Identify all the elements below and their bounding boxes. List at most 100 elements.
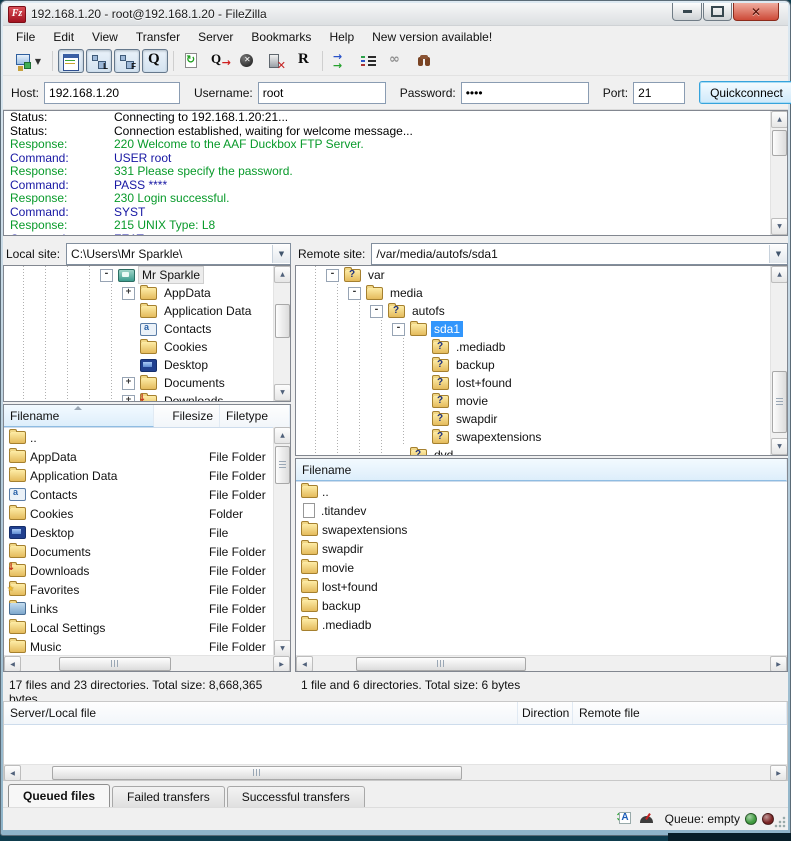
tree-item-backup[interactable]: backup bbox=[296, 356, 787, 374]
file-row-application-data[interactable]: Application DataFile Folder bbox=[4, 466, 275, 485]
file-row-parent[interactable]: .. bbox=[296, 482, 787, 501]
toggle-remote-tree-button[interactable] bbox=[114, 49, 140, 73]
menu-server[interactable]: Server bbox=[189, 28, 242, 46]
quickconnect-button[interactable]: Quickconnect bbox=[699, 81, 791, 104]
tree-item-downloads[interactable]: +Downloads bbox=[4, 392, 290, 402]
tree-item-desktop[interactable]: Desktop bbox=[4, 356, 290, 374]
speed-limits-icon[interactable] bbox=[639, 812, 655, 826]
disconnect-button[interactable] bbox=[263, 49, 289, 73]
collapse-icon[interactable]: - bbox=[370, 305, 383, 318]
tree-item-contacts[interactable]: Contacts bbox=[4, 320, 290, 338]
host-input[interactable] bbox=[44, 82, 180, 104]
file-row-music[interactable]: MusicFile Folder bbox=[4, 637, 275, 656]
close-button[interactable]: ✕ bbox=[733, 3, 779, 21]
tree-item-cookies[interactable]: Cookies bbox=[4, 338, 290, 356]
file-row-local-settings[interactable]: Local SettingsFile Folder bbox=[4, 618, 275, 637]
tree-item-media[interactable]: -media bbox=[296, 284, 787, 302]
column-header-filetype[interactable]: Filetype bbox=[220, 405, 290, 427]
toggle-message-log-button[interactable] bbox=[58, 49, 84, 73]
tab-successful-transfers[interactable]: Successful transfers bbox=[227, 786, 365, 807]
file-row-parent[interactable]: .. bbox=[4, 428, 275, 447]
column-header-remote-file[interactable]: Remote file bbox=[573, 702, 787, 724]
cancel-button[interactable] bbox=[235, 49, 261, 73]
file-row-favorites[interactable]: FavoritesFile Folder bbox=[4, 580, 275, 599]
local-list-vscrollbar[interactable]: ▲ ▼ bbox=[273, 427, 290, 657]
tab-failed-transfers[interactable]: Failed transfers bbox=[112, 786, 225, 807]
minimize-button[interactable] bbox=[672, 3, 702, 21]
file-row-swapdir[interactable]: swapdir bbox=[296, 539, 787, 558]
tree-item-lost-found[interactable]: lost+found bbox=[296, 374, 787, 392]
menu-edit[interactable]: Edit bbox=[44, 28, 83, 46]
file-row-mediadb[interactable]: .mediadb bbox=[296, 615, 787, 634]
maximize-button[interactable] bbox=[703, 3, 732, 21]
tree-item-dvd[interactable]: dvd bbox=[296, 446, 787, 456]
collapse-icon[interactable]: - bbox=[392, 323, 405, 336]
file-row-downloads[interactable]: DownloadsFile Folder bbox=[4, 561, 275, 580]
log-vscrollbar[interactable]: ▲ ▼ bbox=[770, 111, 787, 235]
synchronized-browsing-button[interactable] bbox=[356, 49, 382, 73]
file-row-lost-found[interactable]: lost+found bbox=[296, 577, 787, 596]
file-row-contacts[interactable]: ContactsFile Folder bbox=[4, 485, 275, 504]
tree-item-application-data[interactable]: Application Data bbox=[4, 302, 290, 320]
tree-item-swapextensions[interactable]: swapextensions bbox=[296, 428, 787, 446]
chevron-down-icon[interactable]: ▼ bbox=[769, 245, 787, 263]
search-button[interactable] bbox=[412, 49, 438, 73]
tree-item-swapdir[interactable]: swapdir bbox=[296, 410, 787, 428]
tree-item-sda1[interactable]: -sda1 bbox=[296, 320, 787, 338]
local-tree-vscrollbar[interactable]: ▲ ▼ bbox=[273, 266, 290, 401]
tree-item-var[interactable]: -var bbox=[296, 266, 787, 284]
toggle-local-tree-button[interactable] bbox=[86, 49, 112, 73]
tree-item-appdata[interactable]: +AppData bbox=[4, 284, 290, 302]
refresh-button[interactable] bbox=[179, 49, 205, 73]
menu-bookmarks[interactable]: Bookmarks bbox=[242, 28, 320, 46]
column-header-filesize[interactable]: Filesize bbox=[154, 405, 220, 427]
file-row-desktop[interactable]: DesktopFile bbox=[4, 523, 275, 542]
tree-item-documents[interactable]: +Documents bbox=[4, 374, 290, 392]
site-manager-button[interactable]: ▼ bbox=[9, 49, 47, 73]
column-header-filename[interactable]: Filename bbox=[296, 459, 787, 481]
tree-item-autofs[interactable]: -autofs bbox=[296, 302, 787, 320]
file-row-documents[interactable]: DocumentsFile Folder bbox=[4, 542, 275, 561]
port-input[interactable] bbox=[633, 82, 685, 104]
reconnect-button[interactable] bbox=[291, 49, 317, 73]
toggle-queue-button[interactable] bbox=[142, 49, 168, 73]
expand-icon[interactable]: + bbox=[122, 377, 135, 390]
remote-list-hscrollbar[interactable]: ◀ ▶ bbox=[296, 655, 787, 671]
transfer-type-icon[interactable] bbox=[615, 811, 633, 827]
chevron-down-icon[interactable]: ▼ bbox=[272, 245, 290, 263]
file-row-appdata[interactable]: AppDataFile Folder bbox=[4, 447, 275, 466]
menu-new-version-available[interactable]: New version available! bbox=[363, 28, 501, 46]
expand-icon[interactable]: + bbox=[122, 287, 135, 300]
tree-item-movie[interactable]: movie bbox=[296, 392, 787, 410]
process-queue-button[interactable] bbox=[207, 49, 233, 73]
menu-help[interactable]: Help bbox=[320, 28, 363, 46]
tree-item-mediadb[interactable]: .mediadb bbox=[296, 338, 787, 356]
column-header-server-local-file[interactable]: Server/Local file bbox=[4, 702, 518, 724]
local-site-combo[interactable]: C:\Users\Mr Sparkle\ ▼ bbox=[66, 243, 291, 265]
remote-site-combo[interactable]: /var/media/autofs/sda1 ▼ bbox=[371, 243, 788, 265]
menu-file[interactable]: File bbox=[7, 28, 44, 46]
collapse-icon[interactable]: - bbox=[348, 287, 361, 300]
expand-icon[interactable]: + bbox=[122, 395, 135, 403]
tab-queued-files[interactable]: Queued files bbox=[8, 784, 110, 807]
username-input[interactable] bbox=[258, 82, 386, 104]
column-header-direction[interactable]: Direction bbox=[518, 702, 573, 724]
file-row-swapextensions[interactable]: swapextensions bbox=[296, 520, 787, 539]
filelist-filter-button[interactable] bbox=[384, 49, 410, 73]
local-list-hscrollbar[interactable]: ◀ ▶ bbox=[4, 655, 290, 671]
menu-transfer[interactable]: Transfer bbox=[127, 28, 189, 46]
tree-item-mr-sparkle[interactable]: -Mr Sparkle bbox=[4, 266, 290, 284]
remote-tree-vscrollbar[interactable]: ▲ ▼ bbox=[770, 266, 787, 455]
file-row-links[interactable]: LinksFile Folder bbox=[4, 599, 275, 618]
file-row-titandev[interactable]: .titandev bbox=[296, 501, 787, 520]
collapse-icon[interactable]: - bbox=[100, 269, 113, 282]
queue-hscrollbar[interactable]: ◀ ▶ bbox=[4, 764, 787, 780]
collapse-icon[interactable]: - bbox=[326, 269, 339, 282]
menu-view[interactable]: View bbox=[83, 28, 127, 46]
resize-grip[interactable] bbox=[774, 816, 786, 828]
directory-comparison-button[interactable] bbox=[328, 49, 354, 73]
file-row-backup[interactable]: backup bbox=[296, 596, 787, 615]
file-row-movie[interactable]: movie bbox=[296, 558, 787, 577]
password-input[interactable] bbox=[461, 82, 589, 104]
file-row-cookies[interactable]: CookiesFolder bbox=[4, 504, 275, 523]
